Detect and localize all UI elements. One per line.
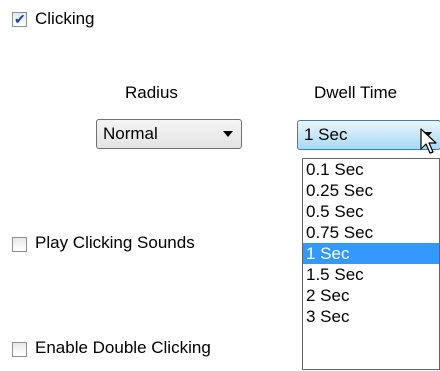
arrow-cursor-icon [420,128,437,154]
dwell-time-options-list[interactable]: 0.1 Sec 0.25 Sec 0.5 Sec 0.75 Sec 1 Sec 1.5 S… [302,158,440,370]
dwell-time-option[interactable]: 1.5 Sec [303,264,439,285]
checkmark-icon: ✔ [14,11,26,27]
play-sounds-checkbox[interactable] [12,237,27,252]
double-click-checkbox[interactable] [12,342,27,357]
dwell-time-option[interactable]: 0.5 Sec [303,201,439,222]
dwell-time-option[interactable]: 0.75 Sec [303,222,439,243]
play-sounds-label: Play Clicking Sounds [35,233,195,252]
radius-value: Normal [103,124,158,143]
dwell-time-dropdown[interactable]: 1 Sec [297,120,440,150]
chevron-down-icon [223,131,233,137]
radius-heading: Radius [125,83,178,102]
dwell-time-heading: Dwell Time [314,83,398,102]
dwell-time-option[interactable]: 1 Sec [303,243,439,264]
clicking-label: Clicking [35,9,95,28]
clicking-checkbox[interactable]: ✔ [12,11,27,27]
dwell-time-value: 1 Sec [304,125,348,144]
double-click-label: Enable Double Clicking [35,338,211,357]
dwell-time-option[interactable]: 3 Sec [303,306,439,327]
radius-dropdown[interactable]: Normal [96,119,242,149]
dwell-time-option[interactable]: 0.25 Sec [303,180,439,201]
dwell-time-option[interactable]: 0.1 Sec [303,159,439,180]
dwell-time-option[interactable]: 2 Sec [303,285,439,306]
